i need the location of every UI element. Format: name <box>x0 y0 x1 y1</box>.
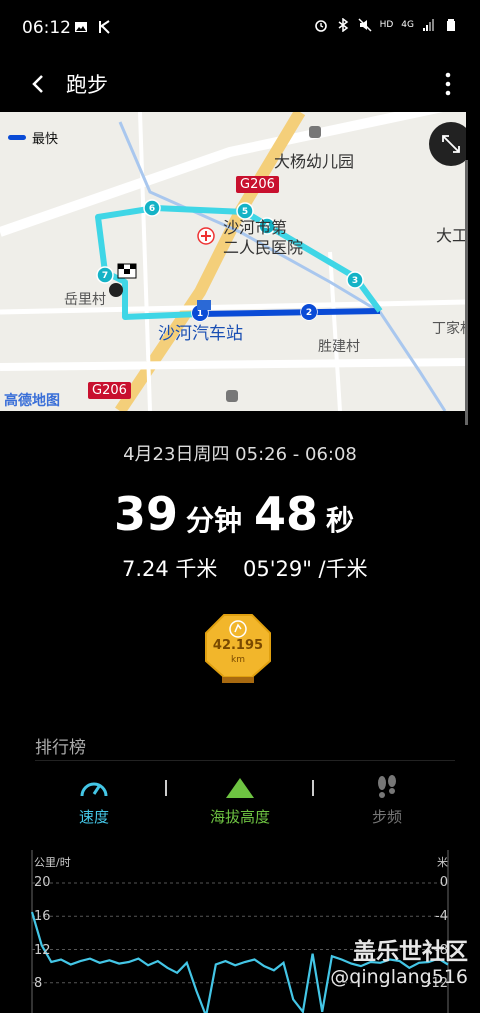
battery-icon <box>447 19 455 31</box>
footsteps-icon <box>378 775 396 798</box>
signal-icon <box>423 19 434 31</box>
legend-swatch <box>8 135 26 140</box>
marker-1: 1 <box>197 309 203 319</box>
alarm-icon <box>314 20 327 32</box>
duration-seconds-unit: 秒 <box>326 504 355 537</box>
tab-speed[interactable]: 速度 <box>29 774 159 827</box>
status-time: 06:12 <box>22 18 71 38</box>
bluetooth-icon <box>338 18 348 32</box>
marker-7: 7 <box>102 271 108 281</box>
road-label-g206: G206 <box>236 176 279 193</box>
tab-altitude-label: 海拔高度 <box>209 808 270 826</box>
back-arrow-icon[interactable] <box>24 68 56 100</box>
app-bar: 跑步 <box>0 56 480 112</box>
distance: 7.24 千米 <box>122 557 218 581</box>
y-tick-right: 0 <box>439 875 448 890</box>
expand-map-button[interactable] <box>429 122 466 166</box>
page-title: 跑步 <box>66 73 108 97</box>
marker-3: 3 <box>352 276 358 286</box>
chart-ylabel-right: 米 <box>437 856 448 869</box>
badge-value: 42.195 <box>212 638 264 653</box>
road-label-g206-lower: G206 <box>88 382 131 399</box>
tab-altitude[interactable]: 海拔高度 <box>175 774 305 827</box>
map-label-kindergarten: 大杨幼儿园 <box>274 152 355 171</box>
chart-ylabel-left: 公里/时 <box>34 856 71 869</box>
map-label-shengjian: 胜建村 <box>318 339 360 355</box>
hd-label: HD <box>379 20 394 30</box>
tab-divider <box>165 780 167 796</box>
map-label-dingjia: 丁家村 <box>432 321 466 337</box>
map-label-hospital-b: 二人民医院 <box>223 238 304 257</box>
tab-cadence-label: 步频 <box>371 808 402 826</box>
map-label-dagong: 大工小 <box>436 226 466 245</box>
y-tick-left: 8 <box>34 976 43 991</box>
mute-icon <box>358 18 372 32</box>
ranking-title: 排行榜 <box>35 738 86 758</box>
pace: 05'29" /千米 <box>243 557 368 581</box>
watermark-user: @qinglang516 <box>330 966 468 988</box>
legend-label: 最快 <box>32 132 59 147</box>
y-tick-left: 12 <box>34 943 51 958</box>
mountain-icon <box>226 778 254 798</box>
y-tick-right: -4 <box>435 909 448 924</box>
tab-cadence[interactable]: 步频 <box>322 774 452 827</box>
status-bar: 06:12 HD 4G <box>0 0 480 56</box>
tab-divider <box>312 780 314 796</box>
scrollbar[interactable] <box>465 160 468 425</box>
expand-icon <box>442 135 460 153</box>
map-label-yueli: 岳里村 <box>64 292 106 308</box>
duration-seconds: 48 <box>254 487 319 541</box>
map-canvas: 1 2 3 4 5 6 7 <box>0 112 466 411</box>
gallery-icon <box>75 22 87 32</box>
duration: 39 分钟 48 秒 <box>0 487 480 541</box>
duration-minutes: 39 <box>113 487 178 541</box>
map-label-station: 沙河汽车站 <box>158 324 243 344</box>
y-tick-left: 20 <box>34 875 51 890</box>
marker-2: 2 <box>306 308 312 318</box>
more-options-icon[interactable] <box>442 70 454 98</box>
marker-6: 6 <box>149 204 155 214</box>
network-label: 4G <box>401 20 414 30</box>
watermark-title: 盖乐世社区 <box>353 939 468 965</box>
badge-unit: km <box>231 655 245 665</box>
y-tick-left: 16 <box>34 909 51 924</box>
workout-date: 4月23日周四 05:26 - 06:08 <box>123 444 357 465</box>
tab-speed-label: 速度 <box>78 808 109 826</box>
route-map[interactable]: 1 2 3 4 5 6 7 最快 大杨幼儿园 G206 沙河市第 二人民医院 岳… <box>0 112 466 411</box>
duration-minutes-unit: 分钟 <box>185 504 242 537</box>
k-app-icon <box>99 20 110 34</box>
amap-logo: 高德地图 <box>4 393 60 409</box>
section-divider <box>35 760 455 761</box>
speedometer-icon <box>80 782 108 797</box>
map-legend: 最快 <box>8 128 58 147</box>
